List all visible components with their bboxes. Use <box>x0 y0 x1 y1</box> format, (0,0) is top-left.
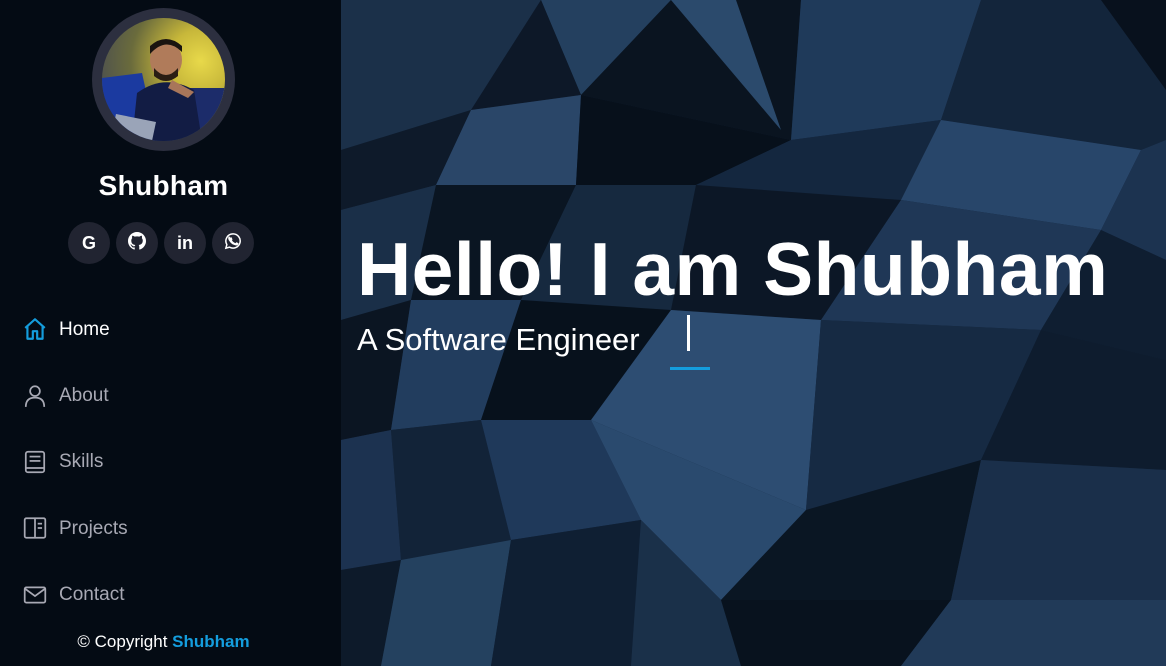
nav-label-skills: Skills <box>59 451 104 473</box>
envelope-icon <box>22 582 48 608</box>
copyright: © Copyright Shubham <box>0 632 327 652</box>
layout-icon <box>22 515 48 541</box>
github-link[interactable] <box>116 222 158 264</box>
avatar-frame <box>92 8 235 151</box>
whatsapp-link[interactable] <box>212 222 254 264</box>
nav-label-about: About <box>59 385 109 407</box>
sidebar: Shubham G in Home About Skills Projects … <box>0 0 341 666</box>
home-icon <box>22 316 48 342</box>
linkedin-link[interactable]: in <box>164 222 206 264</box>
book-icon <box>22 449 48 475</box>
linkedin-icon: in <box>177 232 193 253</box>
nav-item-about[interactable]: About <box>22 362 322 428</box>
nav-label-home: Home <box>59 318 110 340</box>
profile-name: Shubham <box>98 170 229 201</box>
nav-item-contact[interactable]: Contact <box>22 562 322 628</box>
nav-item-skills[interactable]: Skills <box>22 429 322 495</box>
person-icon <box>22 383 48 409</box>
hero-section: Hello! I am Shubham A Software Engineer <box>341 0 1166 666</box>
github-icon <box>128 231 146 255</box>
copyright-text: © Copyright <box>77 632 173 651</box>
hero-subtitle: A Software Engineer <box>357 322 640 357</box>
typing-cursor <box>687 315 690 351</box>
copyright-brand: Shubham <box>172 632 250 651</box>
whatsapp-icon <box>224 232 242 255</box>
nav-item-home[interactable]: Home <box>22 296 322 362</box>
nav-label-projects: Projects <box>59 517 128 539</box>
social-links: G in <box>68 222 254 264</box>
avatar <box>102 18 225 141</box>
nav-label-contact: Contact <box>59 584 125 606</box>
google-icon: G <box>81 232 96 253</box>
accent-underline <box>670 367 710 370</box>
nav-item-projects[interactable]: Projects <box>22 495 322 561</box>
google-link[interactable]: G <box>68 222 110 264</box>
hero-title: Hello! I am Shubham <box>357 227 1109 311</box>
main-nav: Home About Skills Projects Contact <box>22 296 322 628</box>
